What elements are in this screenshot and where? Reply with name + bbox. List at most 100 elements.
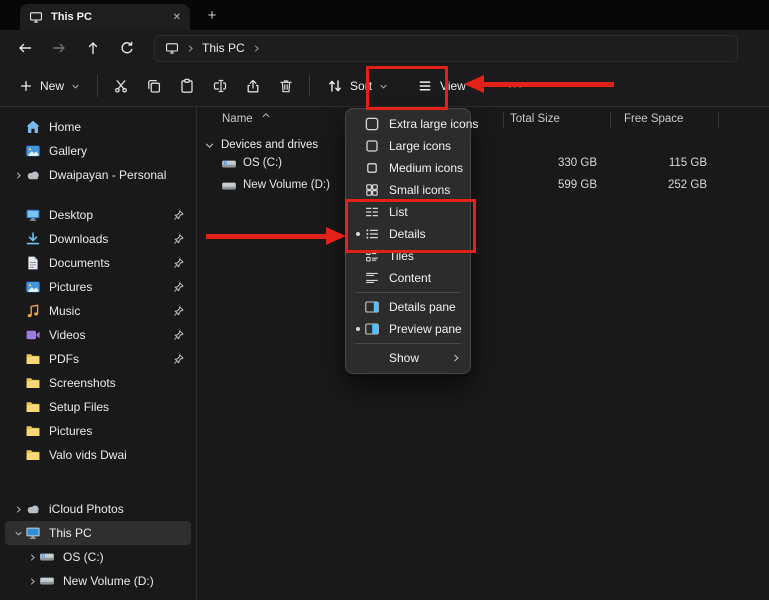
document-icon — [25, 255, 41, 271]
sidebar-item-pictures[interactable]: Pictures — [5, 275, 191, 299]
chevron-down-icon[interactable] — [204, 140, 215, 151]
sidebar-item-valo-vids[interactable]: Valo vids Dwai — [5, 443, 191, 467]
share-button[interactable] — [238, 71, 268, 101]
pin-icon — [172, 257, 185, 270]
sidebar-item-documents[interactable]: Documents — [5, 251, 191, 275]
sidebar-item-label: Documents — [49, 256, 110, 270]
more-icon — [507, 78, 523, 94]
column-divider[interactable] — [503, 112, 504, 128]
menu-item-extra-large-icons[interactable]: Extra large icons — [346, 113, 470, 135]
sidebar-item-os-c[interactable]: OS (C:) — [5, 545, 191, 569]
close-tab-icon[interactable]: ✕ — [173, 12, 181, 23]
breadcrumb-this-pc[interactable]: This PC — [202, 41, 245, 55]
tab-this-pc[interactable]: This PC ✕ — [20, 4, 190, 30]
menu-item-tiles[interactable]: Tiles — [346, 245, 470, 267]
sidebar-item-downloads[interactable]: Downloads — [5, 227, 191, 251]
menu-item-medium-icons[interactable]: Medium icons — [346, 157, 470, 179]
new-tab-button[interactable]: + — [201, 6, 223, 25]
file-row-os-c[interactable]: OS (C:) 330 GB 115 GB — [197, 153, 769, 175]
sidebar-item-videos[interactable]: Videos — [5, 323, 191, 347]
sidebar-item-label: Valo vids Dwai — [49, 448, 127, 462]
sidebar-item-label: Downloads — [49, 232, 108, 246]
group-label: Devices and drives — [221, 139, 318, 151]
menu-item-show[interactable]: Show — [346, 347, 470, 369]
pin-icon — [172, 233, 185, 246]
column-header-name[interactable]: Name — [222, 113, 253, 125]
rename-button[interactable] — [205, 71, 235, 101]
pc-icon — [25, 525, 41, 541]
small-icons-icon — [364, 182, 380, 198]
content-icon — [364, 270, 380, 286]
chevron-right-icon[interactable] — [25, 553, 39, 562]
menu-item-details-pane[interactable]: Details pane — [346, 296, 470, 318]
tab-title: This PC — [51, 11, 92, 23]
sidebar-item-new-volume-d[interactable]: New Volume (D:) — [5, 569, 191, 593]
column-header-free-space[interactable]: Free Space — [624, 113, 683, 125]
title-bar: This PC ✕ + — [0, 0, 769, 30]
menu-item-label: Details pane — [389, 300, 456, 314]
menu-item-details[interactable]: Details — [346, 223, 470, 245]
file-free-space: 115 GB — [624, 157, 707, 169]
sidebar-item-label: Music — [49, 304, 80, 318]
paste-icon — [179, 78, 195, 94]
sidebar-item-this-pc[interactable]: This PC — [5, 521, 191, 545]
delete-icon — [278, 78, 294, 94]
sidebar-item-gallery[interactable]: Gallery — [5, 139, 191, 163]
home-icon — [25, 119, 41, 135]
menu-item-large-icons[interactable]: Large icons — [346, 135, 470, 157]
menu-item-label: Large icons — [389, 139, 451, 153]
column-header-total-size[interactable]: Total Size — [510, 113, 560, 125]
menu-item-content[interactable]: Content — [346, 267, 470, 289]
sidebar-item-pdfs[interactable]: PDFs — [5, 347, 191, 371]
paste-button[interactable] — [172, 71, 202, 101]
address-bar[interactable]: This PC — [154, 35, 738, 62]
sidebar-item-label: PDFs — [49, 352, 79, 366]
column-divider[interactable] — [718, 112, 719, 128]
up-button[interactable] — [78, 34, 108, 62]
sidebar-item-icloud-photos[interactable]: iCloud Photos — [5, 497, 191, 521]
forward-button[interactable] — [44, 34, 74, 62]
menu-item-label: Tiles — [389, 249, 414, 263]
chevron-right-icon[interactable] — [11, 505, 25, 514]
sidebar-item-onedrive[interactable]: Dwaipayan - Personal — [5, 163, 191, 187]
refresh-button[interactable] — [112, 34, 142, 62]
new-button[interactable]: New — [10, 73, 89, 99]
menu-item-list[interactable]: List — [346, 201, 470, 223]
sidebar-item-label: Videos — [49, 328, 85, 342]
os-drive-icon — [221, 156, 237, 172]
sidebar-item-music[interactable]: Music — [5, 299, 191, 323]
column-divider[interactable] — [610, 112, 611, 128]
see-more-button[interactable] — [500, 71, 530, 101]
copy-icon — [146, 78, 162, 94]
video-icon — [25, 327, 41, 343]
file-name[interactable]: New Volume (D:) — [243, 179, 330, 191]
delete-button[interactable] — [271, 71, 301, 101]
refresh-icon — [119, 40, 135, 56]
sidebar-item-screenshots[interactable]: Screenshots — [5, 371, 191, 395]
chevron-right-icon[interactable] — [11, 171, 25, 180]
sort-button[interactable]: Sort — [318, 72, 397, 100]
chevron-right-icon[interactable] — [25, 577, 39, 586]
sidebar-item-desktop[interactable]: Desktop — [5, 203, 191, 227]
menu-item-small-icons[interactable]: Small icons — [346, 179, 470, 201]
sidebar-item-home[interactable]: Home — [5, 115, 191, 139]
extra-large-icons-icon — [364, 116, 380, 132]
view-button[interactable]: View — [408, 72, 491, 100]
chevron-down-icon[interactable] — [11, 529, 25, 538]
menu-item-label: Details — [389, 227, 426, 241]
sidebar-item-label: New Volume (D:) — [63, 574, 154, 588]
cloud-icon — [25, 501, 41, 517]
menu-item-preview-pane[interactable]: Preview pane — [346, 318, 470, 340]
pin-icon — [172, 353, 185, 366]
copy-button[interactable] — [139, 71, 169, 101]
pin-icon — [172, 329, 185, 342]
cut-button[interactable] — [106, 71, 136, 101]
chevron-right-icon — [451, 353, 461, 363]
back-button[interactable] — [10, 34, 40, 62]
selection-dot — [352, 327, 364, 331]
chevron-right-icon — [186, 44, 195, 53]
sidebar-item-pictures-folder[interactable]: Pictures — [5, 419, 191, 443]
file-name[interactable]: OS (C:) — [243, 157, 282, 169]
file-row-new-volume-d[interactable]: New Volume (D:) 599 GB 252 GB — [197, 175, 769, 197]
sidebar-item-setup-files[interactable]: Setup Files — [5, 395, 191, 419]
